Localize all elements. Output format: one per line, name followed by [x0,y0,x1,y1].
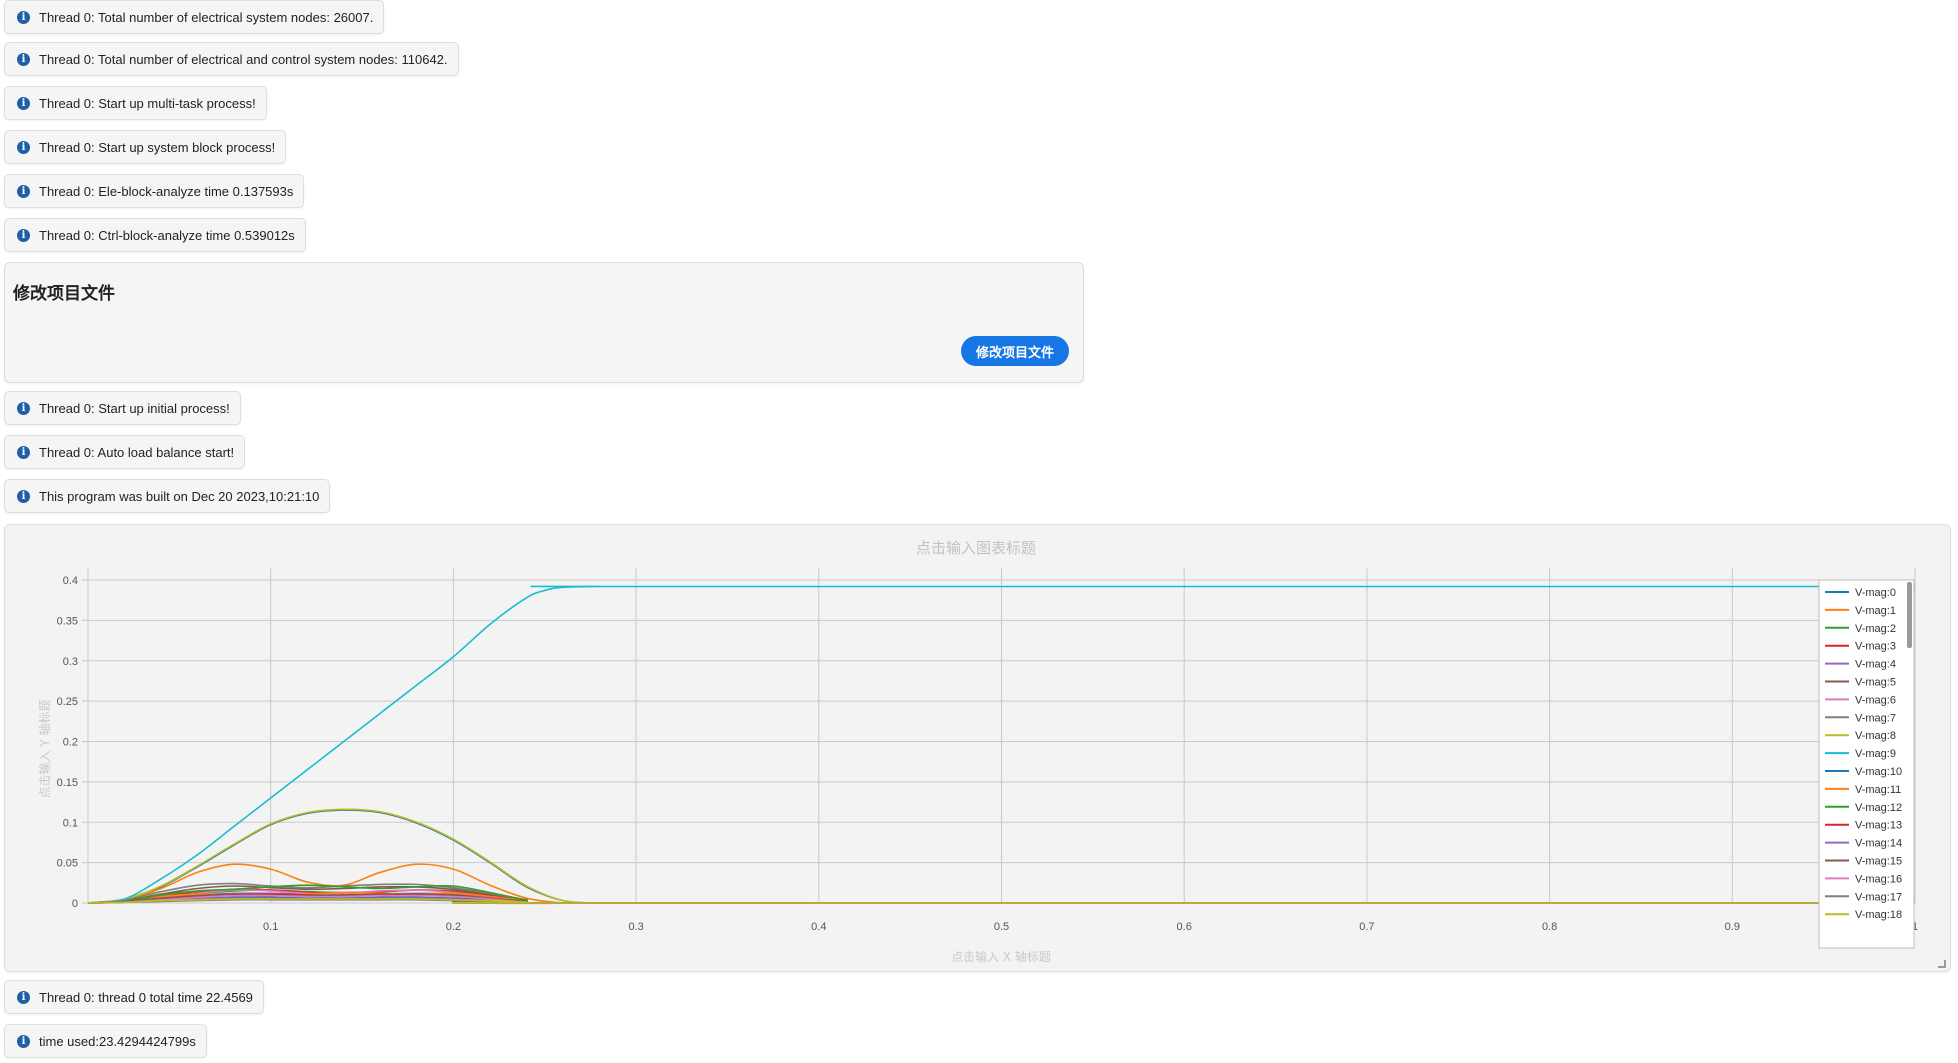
x-tick-label: 0.3 [628,921,643,933]
y-tick-label: 0.3 [63,656,78,668]
legend-scrollbar[interactable] [1907,582,1912,648]
x-axis-title[interactable]: 点击输入 X 轴标题 [951,949,1051,964]
log-message-text: Thread 0: Start up system block process! [39,139,276,155]
legend-item-label[interactable]: V-mag:2 [1855,623,1896,635]
resize-grip-icon[interactable] [1938,960,1946,968]
log-message: i Thread 0: Start up multi-task process! [4,86,267,120]
legend-item-label[interactable]: V-mag:16 [1855,873,1902,885]
y-tick-label: 0 [72,898,78,910]
log-message: i Thread 0: Ctrl-block-analyze time 0.53… [4,218,306,252]
log-message-text: Thread 0: Start up multi-task process! [39,95,256,111]
grid-lines [82,568,1916,904]
log-message: i time used:23.4294424799s [4,1024,207,1058]
y-tick-label: 0.4 [63,575,78,587]
legend-item-label[interactable]: V-mag:5 [1855,677,1896,689]
x-tick-label: 0.8 [1542,921,1557,933]
edit-project-card: 修改项目文件 修改项目文件 [4,262,1084,383]
info-circle-icon: i [17,96,30,110]
info-circle-icon: i [17,228,30,242]
legend-item-label[interactable]: V-mag:10 [1855,766,1902,778]
log-message-text: Thread 0: Auto load balance start! [39,444,235,460]
info-circle-icon: i [17,10,30,24]
log-message: i This program was built on Dec 20 2023,… [4,479,331,513]
info-circle-icon: i [17,445,30,459]
log-message: i Thread 0: Auto load balance start! [4,435,246,469]
info-circle-icon: i [17,990,30,1004]
x-tick-label: 0.9 [1725,921,1740,933]
legend-item-label[interactable]: V-mag:14 [1855,838,1902,850]
y-tick-label: 0.2 [63,737,78,749]
legend-item-label[interactable]: V-mag:4 [1855,659,1896,671]
x-tick-label: 0.7 [1359,921,1374,933]
edit-project-button[interactable]: 修改项目文件 [961,336,1069,366]
log-message-text: time used:23.4294424799s [39,1033,196,1049]
axis-ticks: 0.1 0.2 0.3 0.4 0.5 0.6 0.7 0.8 0.9 100.050.10.15… [57,575,1918,933]
log-message-text: This program was built on Dec 20 2023,10… [39,488,320,504]
log-message-text: Thread 0: Ele-block-analyze time 0.13759… [39,183,294,199]
legend-item-label[interactable]: V-mag:9 [1855,748,1896,760]
x-tick-label: 0.5 [994,921,1009,933]
x-tick-label: 0.6 [1177,921,1192,933]
chart-panel: 点击输入图表标题 点击输入 X 轴标题 点击输入 Y 轴标题 0.1 0.2 0.3… [4,524,1951,972]
log-message: i Thread 0: Start up system block proces… [4,130,287,164]
info-circle-icon: i [17,401,30,415]
log-message-text: Thread 0: thread 0 total time 22.4569 [39,989,253,1005]
legend-item-label[interactable]: V-mag:0 [1855,587,1896,599]
log-message: i Thread 0: Total number of electrical a… [4,42,459,76]
legend-item-label[interactable]: V-mag:1 [1855,605,1896,617]
log-message: i Thread 0: thread 0 total time 22.4569 [4,980,264,1014]
log-message: i Thread 0: Ele-block-analyze time 0.137… [4,174,305,208]
y-tick-label: 0.15 [57,777,78,789]
log-message: i Thread 0: Total number of electrical s… [4,0,385,34]
legend-item-label[interactable]: V-mag:8 [1855,730,1896,742]
x-tick-label: 0.4 [811,921,826,933]
chart-title[interactable]: 点击输入图表标题 [916,539,1036,557]
legend-item-label[interactable]: V-mag:15 [1855,856,1902,868]
legend-item-label[interactable]: V-mag:12 [1855,802,1902,814]
y-tick-label: 0.25 [57,696,78,708]
log-page: i Thread 0: Total number of electrical s… [0,0,1958,1063]
log-message-text: Thread 0: Total number of electrical and… [39,51,448,67]
log-message-text: Thread 0: Ctrl-block-analyze time 0.5390… [39,227,295,243]
y-tick-label: 0.1 [63,817,78,829]
legend-item-label[interactable]: V-mag:17 [1855,891,1902,903]
info-circle-icon: i [17,140,30,154]
info-circle-icon: i [17,1034,30,1048]
legend-item-label[interactable]: V-mag:6 [1855,694,1896,706]
info-circle-icon: i [17,489,30,503]
log-message: i Thread 0: Start up initial process! [4,391,241,425]
legend-item-label[interactable]: V-mag:11 [1855,784,1901,796]
legend-item-label[interactable]: V-mag:18 [1855,909,1902,921]
y-tick-label: 0.35 [57,615,78,627]
legend[interactable]: V-mag:0 V-mag:1 V-mag:2 V-mag:3 V-mag:4 V-mag… [1818,579,1915,949]
edit-project-title: 修改项目文件 [13,284,115,304]
info-circle-icon: i [17,184,30,198]
y-tick-label: 0.05 [57,858,78,870]
line-chart: 点击输入图表标题 点击输入 X 轴标题 点击输入 Y 轴标题 0.1 0.2 0.3… [37,539,1918,964]
log-message-text: Thread 0: Start up initial process! [39,400,230,416]
x-tick-label: 0.1 [263,921,278,933]
legend-item-label[interactable]: V-mag:13 [1855,820,1902,832]
info-circle-icon: i [17,52,30,66]
x-tick-label: 0.2 [446,921,461,933]
legend-item-label[interactable]: V-mag:3 [1855,641,1896,653]
legend-item-label[interactable]: V-mag:7 [1855,712,1896,724]
log-message-text: Thread 0: Total number of electrical sys… [39,9,374,25]
y-axis-title[interactable]: 点击输入 Y 轴标题 [37,700,52,799]
